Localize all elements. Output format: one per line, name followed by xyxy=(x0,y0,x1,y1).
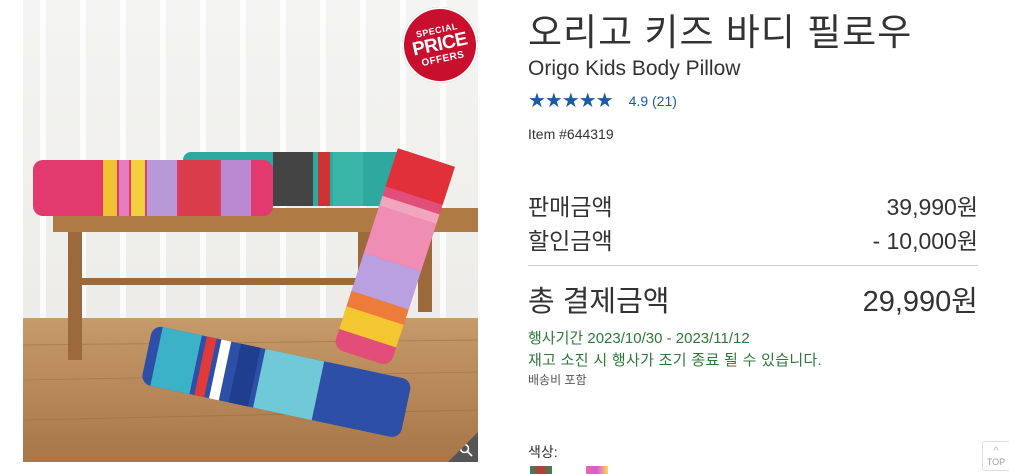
color-swatch-1[interactable] xyxy=(530,466,552,474)
total-row: 총 결제금액 29,990원 xyxy=(528,278,978,320)
promo-period: 행사기간 2023/10/30 - 2023/11/12 xyxy=(528,330,750,347)
item-number: Item #644319 xyxy=(528,126,614,142)
sale-price-label: 판매금액 xyxy=(528,194,613,220)
scroll-top-icon: ^ xyxy=(993,445,999,457)
sale-price-row: 판매금액 39,990원 xyxy=(528,188,978,222)
price-divider xyxy=(528,265,978,266)
sale-price-value: 39,990원 xyxy=(886,194,978,220)
rating-summary[interactable]: ★★★★★ 4.9 (21) xyxy=(528,91,677,111)
star-icon: ★★★★★ xyxy=(528,90,614,112)
product-title-english: Origo Kids Body Pillow xyxy=(528,57,741,80)
promo-notice: 재고 소진 시 행사가 조기 종료 될 수 있습니다. xyxy=(528,352,823,369)
color-option-label: 색상: xyxy=(528,444,558,460)
rating-link[interactable]: 4.9 (21) xyxy=(629,93,677,109)
scroll-top-button[interactable]: ^ TOP xyxy=(982,441,1009,471)
discount-value: - 10,000원 xyxy=(872,228,978,254)
scroll-top-label: TOP xyxy=(986,457,1006,467)
color-swatch-2[interactable] xyxy=(586,466,608,474)
product-title-korean: 오리고 키즈 바디 필로우 xyxy=(528,12,913,53)
shipping-note: 배송비 포함 xyxy=(528,373,587,387)
total-value: 29,990원 xyxy=(862,286,978,318)
discount-row: 할인금액 - 10,000원 xyxy=(528,222,978,256)
total-label: 총 결제금액 xyxy=(528,286,670,318)
discount-label: 할인금액 xyxy=(528,228,613,254)
